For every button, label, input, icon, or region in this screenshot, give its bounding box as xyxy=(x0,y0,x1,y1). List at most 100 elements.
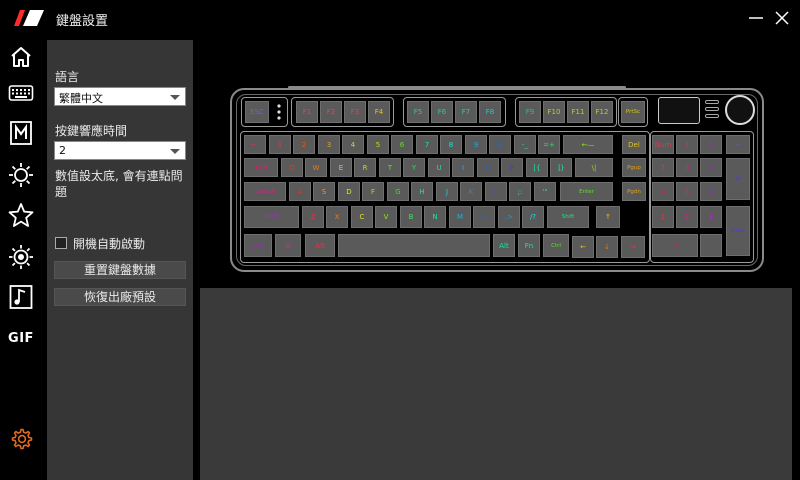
key[interactable]: Q xyxy=(281,158,303,177)
key[interactable]: Y xyxy=(403,158,425,177)
key[interactable]: ]} xyxy=(550,158,572,177)
key[interactable]: L xyxy=(485,182,507,201)
key[interactable]: → xyxy=(621,236,645,258)
minimize-button[interactable] xyxy=(744,6,768,30)
nav-home[interactable] xyxy=(6,42,36,72)
key[interactable]: V xyxy=(375,206,397,228)
key[interactable]: Alt xyxy=(493,234,515,257)
key[interactable]: W xyxy=(305,158,327,177)
key[interactable]: C xyxy=(351,206,373,228)
key[interactable]: \| xyxy=(575,158,613,177)
key[interactable]: F2 xyxy=(320,101,342,123)
key[interactable]: 9 xyxy=(465,135,487,154)
key[interactable]: - xyxy=(726,135,750,154)
key[interactable]: Ctrl xyxy=(543,234,569,257)
key[interactable]: G xyxy=(387,182,409,201)
key[interactable]: + xyxy=(726,158,750,200)
key[interactable]: 5 xyxy=(676,182,698,201)
key[interactable]: CapsLk xyxy=(244,182,286,201)
key[interactable]: Z xyxy=(302,206,324,228)
key[interactable]: F1 xyxy=(296,101,318,123)
key[interactable]: F8 xyxy=(479,101,501,123)
key[interactable]: Ctrl xyxy=(244,234,272,257)
key[interactable]: '" xyxy=(534,182,556,201)
key[interactable]: Shift xyxy=(547,206,589,228)
key[interactable]: ↓ xyxy=(596,236,618,258)
key[interactable]: Del xyxy=(622,135,646,154)
key[interactable]: F12 xyxy=(591,101,613,123)
key[interactable]: ;: xyxy=(509,182,531,201)
key[interactable]: ESC xyxy=(245,101,269,123)
key[interactable]: .> xyxy=(498,206,520,228)
key[interactable]: * xyxy=(700,135,722,154)
key[interactable]: 1 xyxy=(652,206,674,228)
key[interactable]: S xyxy=(313,182,335,201)
key[interactable]: /? xyxy=(522,206,544,228)
nav-brightness[interactable] xyxy=(6,242,36,272)
key[interactable]: N xyxy=(424,206,446,228)
key[interactable]: 7 xyxy=(416,135,438,154)
key[interactable]: 3 xyxy=(700,206,722,228)
key[interactable]: 2 xyxy=(676,206,698,228)
key[interactable]: F7 xyxy=(455,101,477,123)
key[interactable]: Fn xyxy=(518,234,540,257)
key[interactable]: Num xyxy=(652,135,674,154)
key[interactable]: . xyxy=(700,234,722,257)
key[interactable]: ,< xyxy=(473,206,495,228)
key[interactable]: 4 xyxy=(652,182,674,201)
key[interactable]: E xyxy=(330,158,352,177)
key[interactable]: B xyxy=(400,206,422,228)
key[interactable]: [{ xyxy=(526,158,548,177)
key[interactable]: Alt xyxy=(305,234,335,257)
key[interactable]: 6 xyxy=(391,135,413,154)
key[interactable] xyxy=(338,234,490,257)
key[interactable]: F4 xyxy=(368,101,390,123)
key[interactable]: F3 xyxy=(344,101,366,123)
factory-reset-button[interactable]: 恢復出廠預設 xyxy=(54,288,186,306)
key[interactable]: 1 xyxy=(269,135,291,154)
close-button[interactable] xyxy=(770,6,794,30)
key[interactable]: Shift xyxy=(244,206,299,228)
nav-keyboard[interactable] xyxy=(6,78,36,108)
key[interactable]: ~` xyxy=(244,135,266,154)
key[interactable]: TAB xyxy=(244,158,278,177)
key[interactable]: F5 xyxy=(407,101,429,123)
key[interactable]: / xyxy=(676,135,698,154)
key[interactable]: ←— xyxy=(563,135,613,154)
key[interactable]: F9 xyxy=(519,101,541,123)
key[interactable]: H xyxy=(411,182,433,201)
key[interactable]: F10 xyxy=(543,101,565,123)
key[interactable]: Pgdn xyxy=(622,182,646,201)
autostart-checkbox[interactable] xyxy=(55,237,67,249)
key[interactable]: J xyxy=(436,182,458,201)
key[interactable]: D xyxy=(338,182,360,201)
key[interactable]: T xyxy=(379,158,401,177)
key[interactable]: K xyxy=(460,182,482,201)
key[interactable]: 4 xyxy=(342,135,364,154)
nav-music[interactable] xyxy=(6,282,36,312)
key[interactable]: =+ xyxy=(538,135,560,154)
key[interactable]: Enter xyxy=(726,206,750,256)
key[interactable]: M xyxy=(449,206,471,228)
key[interactable]: F6 xyxy=(431,101,453,123)
key[interactable]: Pgup xyxy=(622,158,646,177)
key[interactable]: 8 xyxy=(676,158,698,177)
key[interactable]: 7 xyxy=(652,158,674,177)
nav-gif[interactable]: GIF xyxy=(6,323,36,353)
key[interactable]: U xyxy=(428,158,450,177)
response-time-select[interactable]: 2 xyxy=(54,141,186,160)
key[interactable]: O xyxy=(477,158,499,177)
key[interactable]: ↑ xyxy=(596,206,620,228)
key[interactable]: 0 xyxy=(489,135,511,154)
key[interactable]: 3 xyxy=(318,135,340,154)
key[interactable]: 8 xyxy=(440,135,462,154)
key[interactable]: ⊞ xyxy=(275,234,301,257)
key[interactable]: P xyxy=(501,158,523,177)
key[interactable]: -_ xyxy=(514,135,536,154)
key[interactable]: F11 xyxy=(567,101,589,123)
key[interactable]: I xyxy=(452,158,474,177)
key[interactable]: 6 xyxy=(700,182,722,201)
key[interactable]: 9 xyxy=(700,158,722,177)
key[interactable]: 2 xyxy=(293,135,315,154)
key[interactable]: 0 xyxy=(652,234,698,257)
